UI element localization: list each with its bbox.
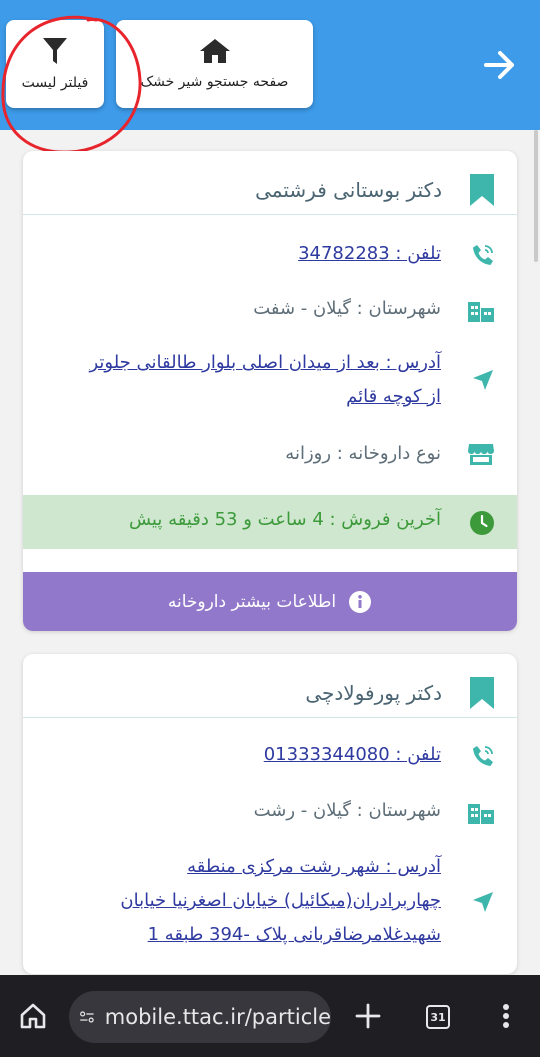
new-tab-button[interactable] [351,999,385,1033]
last-sale-bar: آخرین فروش : 4 ساعت و 53 دقیقه پیش [23,495,517,549]
home-button-label: صفحه جستجو شیر خشک [140,74,289,90]
address-link[interactable]: آدرس : بعد از میدان اصلی بلوار طالقانی ج… [89,346,441,414]
building-icon [468,302,494,322]
phone-link[interactable]: تلفن : 01333344080 [264,738,441,772]
filter-icon [43,38,67,64]
more-info-label: اطلاعات بیشتر داروخانه [167,591,337,612]
phone-icon [473,245,493,265]
page-scrollbar[interactable] [534,130,538,262]
address-row: آدرس : بعد از میدان اصلی بلوار طالقانی ج… [23,346,517,414]
milk-search-page-button[interactable]: صفحه جستجو شیر خشک [116,20,313,108]
pharmacy-card-header: دکتر بوستانی فرشتمی [23,151,517,215]
plus-icon [355,1003,381,1029]
building-icon [468,804,494,824]
arrow-right-icon [484,51,514,79]
more-pharmacy-info-button[interactable]: اطلاعات بیشتر داروخانه [23,572,517,631]
bookmark-icon[interactable] [469,173,495,207]
city-row: شهرستان : گیلان - رشت [23,794,517,828]
pharmacy-card: دکتر بوستانی فرشتمی تلفن : 34782283 شهرس… [23,151,517,631]
home-outline-icon [20,1003,46,1029]
location-arrow-icon [473,370,493,390]
info-icon [349,590,372,613]
browser-menu-button[interactable] [489,999,523,1033]
address-row: آدرس : شهر رشت مرکزی منطقه چهاربرادران(م… [23,850,517,954]
city-text: شهرستان : گیلان - شفت [253,298,441,319]
url-text: mobile.ttac.ir/particle [104,1005,331,1029]
back-arrow-button[interactable] [482,47,518,83]
browser-home-button[interactable] [16,999,50,1033]
store-icon [468,444,494,465]
phone-row: تلفن : 34782283 [23,237,517,271]
city-text: شهرستان : گیلان - رشت [253,800,441,821]
more-vertical-icon [503,1004,509,1028]
last-sale-text: آخرین فروش : 4 ساعت و 53 دقیقه پیش [128,509,441,530]
app-header: صفحه جستجو شیر خشک فیلتر لیست [0,0,540,130]
address-bar[interactable]: mobile.ttac.ir/particle [69,991,331,1043]
filter-button-label: فیلتر لیست [21,75,89,91]
address-line: از کوچه قائم [346,386,441,407]
filter-list-button[interactable]: فیلتر لیست [6,20,104,108]
pharmacy-name: دکتر پورفولادچی [305,681,442,705]
address-line: آدرس : شهر رشت مرکزی منطقه [187,856,441,877]
pharmacy-type-row: نوع داروخانه : روزانه [23,437,517,471]
pharmacy-card-header: دکتر پورفولادچی [23,654,517,718]
clock-icon [470,511,494,535]
bookmark-icon[interactable] [469,676,495,710]
city-row: شهرستان : گیلان - شفت [23,292,517,326]
pharmacy-card: دکتر پورفولادچی تلفن : 01333344080 شهرست… [23,654,517,974]
location-arrow-icon [473,892,493,912]
address-line: آدرس : بعد از میدان اصلی بلوار طالقانی ج… [89,352,441,373]
home-icon [199,39,230,63]
pharmacy-type-text: نوع داروخانه : روزانه [285,443,441,464]
browser-toolbar: mobile.ttac.ir/particle 31 [0,975,540,1057]
phone-icon [473,746,493,766]
site-settings-icon [80,1011,94,1023]
pharmacy-name: دکتر بوستانی فرشتمی [255,178,442,202]
tab-switcher-button[interactable]: 31 [426,1005,450,1029]
address-link[interactable]: آدرس : شهر رشت مرکزی منطقه چهاربرادران(م… [120,850,441,952]
phone-link[interactable]: تلفن : 34782283 [298,237,441,271]
address-line: چهاربرادران(میکائیل) خیابان اصغرنیا خیاب… [120,890,441,911]
phone-row: تلفن : 01333344080 [23,738,517,772]
address-line: شهیدغلامرضاقربانی پلاک -394 طبقه 1 [147,924,441,945]
